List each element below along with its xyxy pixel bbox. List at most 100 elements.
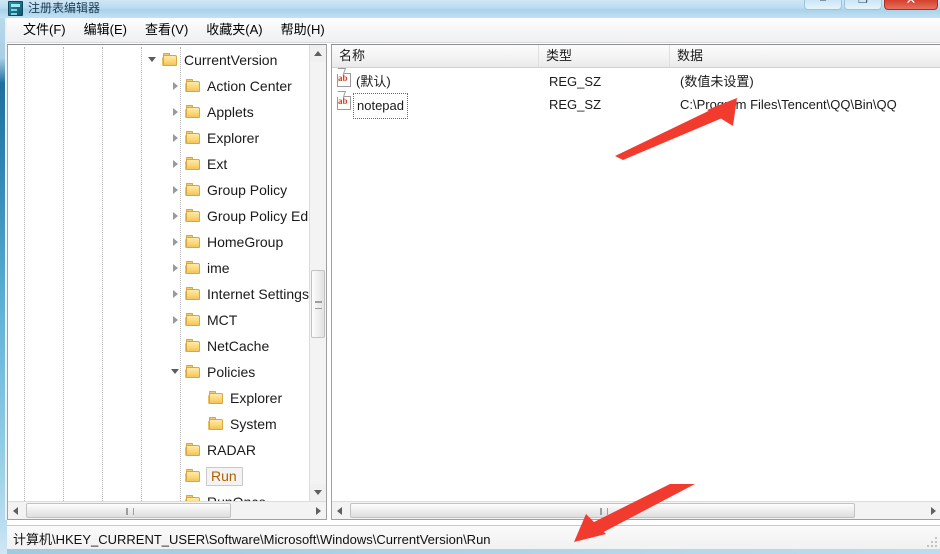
- tree-item-runonce[interactable]: RunOnce: [8, 489, 309, 501]
- tree-horizontal-scrollbar[interactable]: [8, 501, 326, 519]
- tree-vertical-scroll-thumb[interactable]: [311, 270, 325, 338]
- tree-item-label: Action Center: [207, 78, 292, 94]
- tree-item-system[interactable]: System: [8, 411, 309, 437]
- tree-item-label: Explorer: [207, 130, 260, 146]
- expand-triangle-icon[interactable]: [169, 203, 185, 229]
- values-column-header: 名称 类型 数据: [332, 45, 940, 68]
- folder-icon: [208, 417, 225, 431]
- tree-scroll-left-icon[interactable]: [8, 502, 25, 519]
- collapse-triangle-icon[interactable]: [146, 47, 162, 73]
- minimize-button[interactable]: –: [804, 0, 842, 10]
- tree-item-mct[interactable]: MCT: [8, 307, 309, 333]
- registry-values-pane: 名称 类型 数据 ab (默认) REG_SZ (数值未设置) ab notepad REG_S…: [331, 44, 940, 520]
- tree-item-ime[interactable]: ime: [8, 255, 309, 281]
- folder-icon: [185, 261, 202, 275]
- value-type: REG_SZ: [549, 97, 602, 112]
- window-border-bottom-left: [0, 520, 7, 554]
- values-horizontal-scrollbar[interactable]: [332, 501, 940, 519]
- tree-item-action-center[interactable]: Action Center: [8, 73, 309, 99]
- tree-item-homegroup[interactable]: HomeGroup: [8, 229, 309, 255]
- tree-horizontal-scroll-thumb[interactable]: [26, 503, 231, 518]
- tree-scroll-area: CurrentVersion Action Center Applets Explor…: [8, 45, 309, 501]
- folder-icon: [185, 235, 202, 249]
- value-name: (默认): [356, 74, 391, 89]
- expand-triangle-icon[interactable]: [169, 307, 185, 333]
- tree-item-internet-settings[interactable]: Internet Settings: [8, 281, 309, 307]
- tree-vertical-scrollbar[interactable]: [309, 45, 326, 501]
- folder-icon: [185, 339, 202, 353]
- tree-item-explorer[interactable]: Explorer: [8, 125, 309, 151]
- maximize-icon: ❐: [858, 0, 868, 6]
- folder-icon: [185, 183, 202, 197]
- expand-triangle-icon[interactable]: [169, 229, 185, 255]
- tree-item-label: NetCache: [207, 338, 270, 354]
- tree-scroll-up-icon[interactable]: [310, 45, 326, 62]
- expand-triangle-icon[interactable]: [169, 125, 185, 151]
- menu-file[interactable]: 文件(F): [14, 19, 75, 41]
- tree-item-label: CurrentVersion: [184, 52, 278, 68]
- string-value-icon: ab: [335, 91, 353, 112]
- tree-item-applets[interactable]: Applets: [8, 99, 309, 125]
- maximize-button[interactable]: ❐: [844, 0, 882, 10]
- value-name: notepad: [353, 93, 408, 119]
- window-border-bottom: [0, 549, 940, 554]
- tree-item-label: Run: [206, 466, 243, 486]
- menu-favorites[interactable]: 收藏夹(A): [197, 19, 271, 41]
- menu-view[interactable]: 查看(V): [136, 19, 197, 41]
- tree-item-group-policy-edi[interactable]: Group Policy Edi: [8, 203, 309, 229]
- tree-item-policies[interactable]: Policies: [8, 359, 309, 385]
- tree-item-label: Applets: [207, 104, 254, 120]
- tree-item-label: Ext: [207, 156, 228, 172]
- column-type[interactable]: 类型: [539, 45, 670, 67]
- expand-triangle-icon[interactable]: [169, 177, 185, 203]
- registry-editor-icon: [8, 1, 23, 16]
- column-data[interactable]: 数据: [670, 45, 940, 67]
- folder-icon: [185, 469, 202, 483]
- folder-icon: [208, 391, 225, 405]
- values-horizontal-scroll-thumb[interactable]: [350, 503, 855, 518]
- expand-triangle-icon[interactable]: [169, 255, 185, 281]
- tree-item-radar[interactable]: RADAR: [8, 437, 309, 463]
- value-data: (数值未设置): [680, 74, 754, 89]
- tree-scroll-down-icon[interactable]: [310, 484, 326, 501]
- folder-icon: [185, 209, 202, 223]
- close-icon: ✕: [885, 0, 937, 6]
- tree-item-run[interactable]: Run: [8, 463, 309, 489]
- table-row[interactable]: ab (默认) REG_SZ (数值未设置): [332, 68, 940, 93]
- values-scroll-left-icon[interactable]: [332, 502, 349, 519]
- tree-item-label: System: [230, 416, 277, 432]
- window-controls: – ❐ ✕: [804, 0, 938, 12]
- folder-icon: [185, 131, 202, 145]
- menu-help[interactable]: 帮助(H): [272, 19, 334, 41]
- close-button[interactable]: ✕: [884, 0, 938, 10]
- tree-item-label: Group Policy: [207, 182, 288, 198]
- tree-item-label: Explorer: [230, 390, 283, 406]
- folder-icon: [185, 443, 202, 457]
- tree-scroll-right-icon[interactable]: [309, 502, 326, 519]
- tree-item-netcache[interactable]: NetCache: [8, 333, 309, 359]
- values-scroll-right-icon[interactable]: [924, 502, 940, 519]
- value-data: C:\Program Files\Tencent\QQ\Bin\QQ: [680, 97, 897, 112]
- expand-triangle-icon[interactable]: [169, 99, 185, 125]
- folder-icon: [185, 79, 202, 93]
- folder-icon: [185, 105, 202, 119]
- menu-edit[interactable]: 编辑(E): [75, 19, 136, 41]
- collapse-triangle-icon[interactable]: [169, 359, 185, 385]
- resize-grip-icon[interactable]: [925, 535, 937, 547]
- folder-icon: [185, 365, 202, 379]
- table-row[interactable]: ab notepad REG_SZ C:\Program Files\Tencent\…: [332, 91, 940, 119]
- expand-triangle-icon[interactable]: [169, 151, 185, 177]
- string-value-icon: ab: [335, 68, 353, 89]
- tree-item-currentversion[interactable]: CurrentVersion: [8, 47, 309, 73]
- tree-item-explorer[interactable]: Explorer: [8, 385, 309, 411]
- tree-item-group-policy[interactable]: Group Policy: [8, 177, 309, 203]
- expand-triangle-icon[interactable]: [169, 73, 185, 99]
- tree-item-ext[interactable]: Ext: [8, 151, 309, 177]
- folder-icon: [185, 313, 202, 327]
- tree-item-label: RunOnce: [207, 494, 272, 501]
- tree-item-label: Internet Settings: [207, 286, 309, 302]
- column-name[interactable]: 名称: [332, 45, 539, 67]
- expand-triangle-icon[interactable]: [169, 281, 185, 307]
